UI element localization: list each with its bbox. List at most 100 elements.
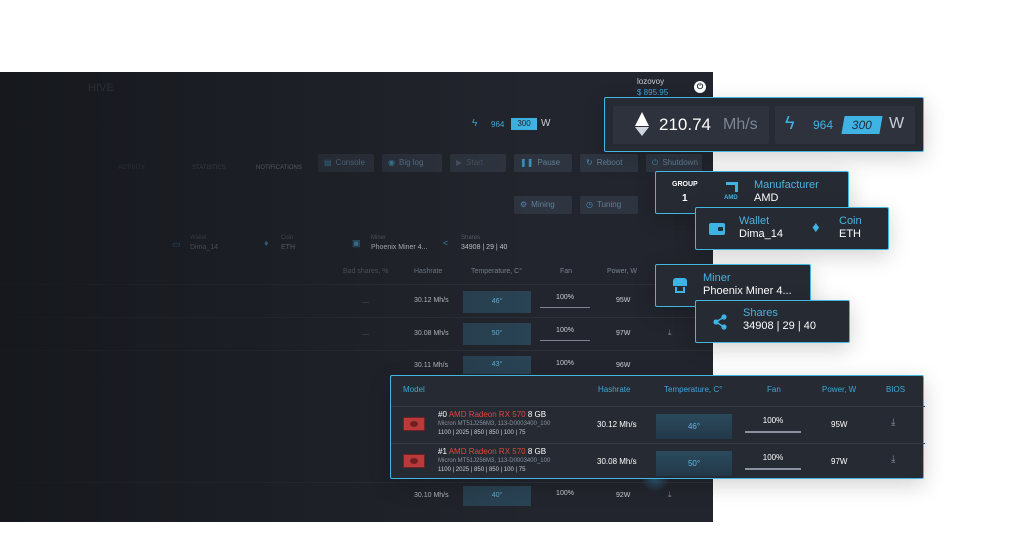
lightning-icon: ϟ: [785, 113, 795, 133]
coin-icon: ♦: [812, 219, 820, 236]
bg-miner-value: Phoenix Miner 4...: [371, 244, 428, 251]
start-button[interactable]: ▶ Start: [450, 154, 506, 172]
bg-col-fan: Fan: [560, 268, 573, 275]
hashrate-unit: Mh/s: [723, 116, 758, 133]
bg-wallet-value: Dima_14: [190, 244, 219, 251]
tab-activity[interactable]: ACTIVITY: [118, 165, 145, 171]
bg-shares-value: 34908 | 29 | 40: [461, 244, 508, 251]
bg-power-watts: 964: [491, 120, 505, 129]
shares-card: Shares 34908 | 29 | 40: [695, 300, 850, 343]
gpu-fan-slider[interactable]: [745, 431, 801, 433]
gpu-fan-value[interactable]: 100%: [745, 416, 801, 425]
mining-button[interactable]: ⚙ Mining: [514, 196, 572, 214]
miner-label: Miner: [703, 272, 731, 284]
bg-coin-label: Coin: [281, 235, 294, 241]
miner-value: Phoenix Miner 4...: [703, 285, 792, 297]
download-icon[interactable]: ⤓: [891, 454, 895, 465]
share-icon: [713, 314, 727, 330]
wallet-label: Wallet: [739, 215, 770, 227]
gpu-temperature: 50°: [656, 451, 732, 476]
bg-power-unit: W: [541, 118, 551, 129]
bg-wallet-label: Wallet: [190, 235, 207, 241]
shares-label: Shares: [743, 307, 778, 319]
tab-notifications[interactable]: NOTIFICATIONS: [256, 165, 302, 171]
tab-statistics[interactable]: STATISTICS: [192, 165, 226, 171]
console-button[interactable]: ▤ Console: [318, 154, 374, 172]
coin-label: Coin: [839, 215, 862, 227]
bg-row2-power: 96W: [616, 362, 631, 369]
bg-lightning-icon: ϟ: [472, 118, 478, 129]
bg-row1-bad: —: [362, 331, 369, 338]
miner-icon-base: [675, 287, 685, 293]
pause-button[interactable]: ❚❚ Pause: [514, 154, 572, 172]
col-bios: BIOS: [886, 385, 906, 394]
bg-row1-temp: 50°: [463, 323, 531, 345]
gpu-card-icon: [403, 417, 425, 431]
power-unit: W: [889, 115, 905, 132]
bg-row1-hash: 30.08 Mh/s: [414, 330, 449, 337]
col-model: Model: [403, 385, 425, 394]
gpu-power: 97W: [831, 457, 848, 466]
bg-share-icon: <: [443, 238, 449, 248]
amd-logo-text: AMD: [724, 195, 738, 201]
gpu-fan-slider[interactable]: [745, 468, 801, 470]
coin-value: ETH: [839, 228, 861, 240]
group-value: 1: [682, 193, 688, 204]
bg-row3-temp: 40°: [463, 486, 531, 506]
ethereum-icon: [635, 112, 649, 126]
user-balance: $ 895.95: [637, 88, 669, 97]
bg-row2-fan[interactable]: 100%: [540, 360, 590, 367]
gpu-vendor: Micron MT51J256M3, 113-D0003400_100: [438, 421, 551, 427]
bg-col-power: Power, W: [607, 268, 637, 275]
download-icon[interactable]: ⤓: [891, 417, 895, 428]
bg-wallet-icon: ▭: [172, 239, 181, 249]
big-log-button[interactable]: ◉ Big log: [382, 154, 442, 172]
bg-power-badge: 300: [511, 118, 537, 130]
manufacturer-value: AMD: [754, 192, 779, 204]
gpu-title: #1 AMD Radeon RX 570 8 GB: [438, 447, 547, 456]
bg-row1-download-icon[interactable]: ⤓: [668, 328, 672, 338]
col-hashrate: Hashrate: [598, 385, 631, 394]
bg-row3-fan[interactable]: 100%: [540, 490, 590, 497]
bg-col-temperature: Temperature, C°: [471, 268, 523, 275]
bg-row0-power: 95W: [616, 297, 631, 304]
reboot-button[interactable]: ↻ Reboot: [580, 154, 638, 172]
table-row[interactable]: #0 AMD Radeon RX 570 8 GB Micron MT51J25…: [391, 406, 925, 442]
gpu-fan-value[interactable]: 100%: [745, 453, 801, 462]
power-watts: 964: [813, 118, 834, 132]
bg-row1-fan-slider: [540, 340, 590, 341]
shutdown-button[interactable]: ⏻ Shutdown: [646, 154, 702, 172]
row-divider: [0, 350, 713, 351]
manufacturer-label: Manufacturer: [754, 179, 819, 191]
bg-coin-value: ETH: [281, 244, 295, 251]
col-power: Power, W: [822, 385, 857, 394]
row-divider: [0, 317, 713, 318]
bg-row0-temp: 46°: [463, 291, 531, 313]
bg-row0-hash: 30.12 Mh/s: [414, 297, 449, 304]
power-chip: ϟ 964 300 W: [775, 106, 915, 144]
bg-row3-hash: 30.10 Mh/s: [414, 492, 449, 499]
bg-row2-temp: 43°: [463, 356, 531, 374]
table-row[interactable]: #1 AMD Radeon RX 570 8 GB Micron MT51J25…: [391, 443, 925, 479]
group-label: GROUP: [672, 181, 698, 188]
bg-miner-icon: ▣: [352, 238, 361, 248]
wallet-coin-card: Wallet Dima_14 ♦ Coin ETH: [695, 207, 889, 250]
hashrate-power-card: 210.74 Mh/s ϟ 964 300 W: [604, 97, 924, 152]
tuning-button[interactable]: ◷ Tuning: [580, 196, 638, 214]
hashrate-chip: 210.74 Mh/s: [613, 106, 769, 144]
bg-row3-power: 92W: [616, 492, 631, 499]
gpu-temperature: 46°: [656, 414, 732, 439]
col-fan: Fan: [767, 385, 781, 394]
logout-icon[interactable]: ⏻: [694, 81, 706, 93]
bg-row2-hash: 30.11 Mh/s: [414, 362, 449, 369]
gpu-power: 95W: [831, 420, 848, 429]
bg-row3-download-icon[interactable]: ⤓: [668, 490, 672, 500]
miner-icon: [673, 278, 687, 286]
gpu-title: #0 AMD Radeon RX 570 8 GB: [438, 410, 547, 419]
gpu-clocks: 1100 | 2025 | 850 | 850 | 100 | 75: [438, 430, 526, 436]
bg-coin-icon: ♦: [264, 238, 269, 248]
shares-value: 34908 | 29 | 40: [743, 320, 816, 332]
power-limit-badge: 300: [841, 116, 883, 134]
bg-row0-fan[interactable]: 100%: [540, 294, 590, 301]
bg-row1-fan[interactable]: 100%: [540, 327, 590, 334]
